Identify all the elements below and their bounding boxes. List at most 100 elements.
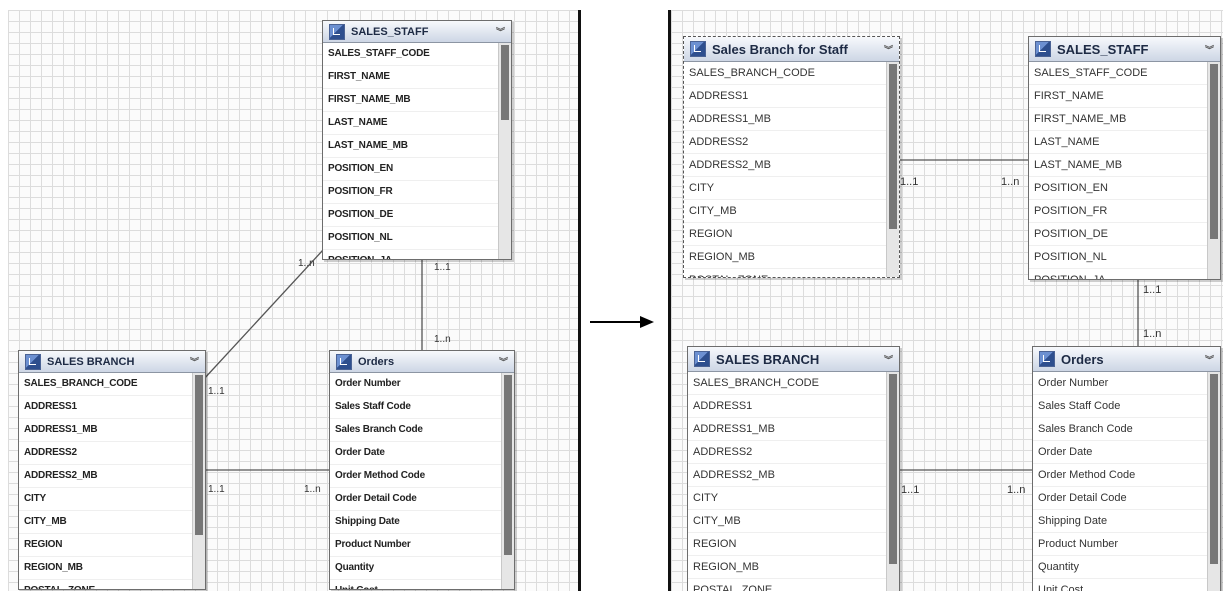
chevron-double-down-icon[interactable]: ︾ [190, 355, 199, 368]
chevron-double-down-icon[interactable]: ︾ [884, 353, 893, 366]
list-item[interactable]: POSTAL_ZONE [19, 580, 205, 589]
entity-sales-branch-for-staff[interactable]: Sales Branch for Staff ︾ SALES_BRANCH_CO… [683, 36, 900, 278]
chevron-double-down-icon[interactable]: ︾ [884, 43, 893, 56]
scrollbar[interactable]: ▼ [1207, 62, 1220, 279]
list-item[interactable]: POSITION_EN [1029, 177, 1220, 200]
scrollbar[interactable]: ▼ [886, 372, 899, 591]
list-item[interactable]: POSITION_NL [1029, 246, 1220, 269]
list-item[interactable]: CITY_MB [19, 511, 205, 534]
list-item[interactable]: POSITION_NL [323, 227, 511, 250]
scrollbar-thumb[interactable] [1210, 64, 1218, 239]
scrollbar-thumb[interactable] [195, 375, 203, 535]
scrollbar[interactable]: ▼ [498, 43, 511, 259]
list-item[interactable]: FIRST_NAME [323, 66, 511, 89]
list-item[interactable]: POSTAL_ZONE [688, 579, 899, 591]
scrollbar-thumb[interactable] [1210, 374, 1218, 564]
list-item[interactable]: REGION_MB [19, 557, 205, 580]
list-item[interactable]: LAST_NAME [323, 112, 511, 135]
scrollbar-thumb[interactable] [889, 64, 897, 229]
entity-sales-staff[interactable]: SALES_STAFF ︾ SALES_STAFF_CODE FIRST_NAM… [322, 20, 512, 260]
list-item[interactable]: REGION [19, 534, 205, 557]
entity-header[interactable]: Orders ︾ [330, 351, 514, 373]
scrollbar-thumb[interactable] [501, 45, 509, 120]
scrollbar[interactable]: ▼ [886, 62, 899, 277]
list-item[interactable]: POSITION_FR [1029, 200, 1220, 223]
list-item[interactable]: Product Number [1033, 533, 1220, 556]
entity-header[interactable]: SALES_STAFF ︾ [323, 21, 511, 43]
chevron-double-down-icon[interactable]: ︾ [499, 355, 508, 368]
list-item[interactable]: Quantity [1033, 556, 1220, 579]
list-item[interactable]: POSITION_DE [323, 204, 511, 227]
list-item[interactable]: ADDRESS2 [688, 441, 899, 464]
list-item[interactable]: FIRST_NAME [1029, 85, 1220, 108]
list-item[interactable]: ADDRESS2_MB [684, 154, 899, 177]
scrollbar[interactable]: ▼ [1207, 372, 1220, 591]
list-item[interactable]: Order Method Code [1033, 464, 1220, 487]
list-item[interactable]: CITY_MB [688, 510, 899, 533]
list-item[interactable]: SALES_STAFF_CODE [1029, 62, 1220, 85]
list-item[interactable]: SALES_BRANCH_CODE [19, 373, 205, 396]
list-item[interactable]: Order Detail Code [330, 488, 514, 511]
entity-orders[interactable]: Orders ︾ Order Number Sales Staff Code S… [329, 350, 515, 590]
list-item[interactable]: Sales Branch Code [1033, 418, 1220, 441]
entity-header[interactable]: SALES BRANCH ︾ [19, 351, 205, 373]
list-item[interactable]: Sales Branch Code [330, 419, 514, 442]
list-item[interactable]: REGION_MB [684, 246, 899, 269]
list-item[interactable]: Order Number [330, 373, 514, 396]
entity-header[interactable]: Sales Branch for Staff ︾ [684, 37, 899, 62]
list-item[interactable]: CITY [684, 177, 899, 200]
list-item[interactable]: FIRST_NAME_MB [323, 89, 511, 112]
list-item[interactable]: ADDRESS1 [19, 396, 205, 419]
entity-sales-branch[interactable]: SALES BRANCH ︾ SALES_BRANCH_CODE ADDRESS… [687, 346, 900, 591]
list-item[interactable]: Order Method Code [330, 465, 514, 488]
entity-sales-staff[interactable]: SALES_STAFF ︾ SALES_STAFF_CODE FIRST_NAM… [1028, 36, 1221, 280]
list-item[interactable]: Order Date [330, 442, 514, 465]
list-item[interactable]: Product Number [330, 534, 514, 557]
list-item[interactable]: SALES_BRANCH_CODE [684, 62, 899, 85]
list-item[interactable]: POSITION_EN [323, 158, 511, 181]
list-item[interactable]: Shipping Date [330, 511, 514, 534]
scrollbar-thumb[interactable] [504, 375, 512, 555]
list-item[interactable]: POSITION_JA [1029, 269, 1220, 279]
list-item[interactable]: POSTAL_ZONE [684, 269, 899, 277]
list-item[interactable]: ADDRESS1_MB [19, 419, 205, 442]
list-item[interactable]: POSITION_DE [1029, 223, 1220, 246]
list-item[interactable]: ADDRESS2_MB [19, 465, 205, 488]
chevron-double-down-icon[interactable]: ︾ [496, 25, 505, 38]
entity-header[interactable]: SALES_STAFF ︾ [1029, 37, 1220, 62]
list-item[interactable]: ADDRESS2 [684, 131, 899, 154]
list-item[interactable]: POSITION_FR [323, 181, 511, 204]
list-item[interactable]: SALES_STAFF_CODE [323, 43, 511, 66]
list-item[interactable]: ADDRESS1 [688, 395, 899, 418]
list-item[interactable]: ADDRESS1 [684, 85, 899, 108]
list-item[interactable]: Order Detail Code [1033, 487, 1220, 510]
list-item[interactable]: REGION [688, 533, 899, 556]
chevron-double-down-icon[interactable]: ︾ [1205, 43, 1214, 56]
list-item[interactable]: Shipping Date [1033, 510, 1220, 533]
list-item[interactable]: REGION [684, 223, 899, 246]
entity-header[interactable]: SALES BRANCH ︾ [688, 347, 899, 372]
list-item[interactable]: FIRST_NAME_MB [1029, 108, 1220, 131]
list-item[interactable]: LAST_NAME [1029, 131, 1220, 154]
list-item[interactable]: CITY [688, 487, 899, 510]
chevron-double-down-icon[interactable]: ︾ [1205, 353, 1214, 366]
list-item[interactable]: Order Number [1033, 372, 1220, 395]
list-item[interactable]: POSITION_JA [323, 250, 511, 259]
list-item[interactable]: LAST_NAME_MB [323, 135, 511, 158]
list-item[interactable]: ADDRESS2 [19, 442, 205, 465]
entity-header[interactable]: Orders ︾ [1033, 347, 1220, 372]
scrollbar[interactable]: ▼ [501, 373, 514, 589]
list-item[interactable]: ADDRESS1_MB [688, 418, 899, 441]
entity-orders[interactable]: Orders ︾ Order Number Sales Staff Code S… [1032, 346, 1221, 591]
list-item[interactable]: Quantity [330, 557, 514, 580]
list-item[interactable]: Sales Staff Code [1033, 395, 1220, 418]
list-item[interactable]: SALES_BRANCH_CODE [688, 372, 899, 395]
list-item[interactable]: Sales Staff Code [330, 396, 514, 419]
entity-sales-branch[interactable]: SALES BRANCH ︾ SALES_BRANCH_CODE ADDRESS… [18, 350, 206, 590]
list-item[interactable]: CITY [19, 488, 205, 511]
list-item[interactable]: REGION_MB [688, 556, 899, 579]
list-item[interactable]: Unit Cost [330, 580, 514, 589]
scrollbar[interactable]: ▼ [192, 373, 205, 589]
list-item[interactable]: Order Date [1033, 441, 1220, 464]
list-item[interactable]: CITY_MB [684, 200, 899, 223]
